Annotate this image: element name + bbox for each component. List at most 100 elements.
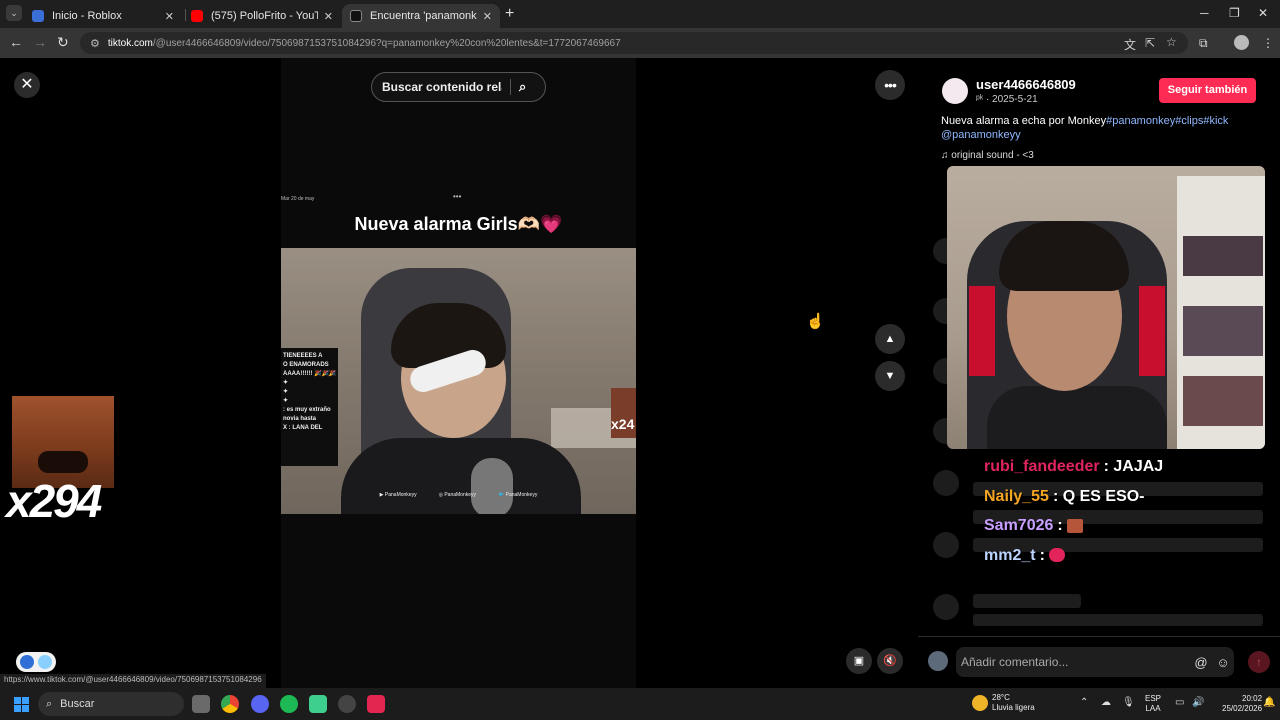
- notification-bell-icon[interactable]: 🔔: [1263, 697, 1275, 708]
- tab-close-icon[interactable]: ✕: [483, 10, 492, 23]
- minimize-icon[interactable]: ─: [1200, 6, 1209, 20]
- picture-in-picture-icon[interactable]: ▣: [846, 648, 872, 674]
- chat-message: Sam7026:: [984, 517, 1264, 547]
- folded-clothes: [1183, 376, 1263, 426]
- clock[interactable]: 20:02 25/02/2026: [1222, 694, 1262, 714]
- file-explorer-icon[interactable]: [192, 695, 210, 713]
- youtube-favicon-icon: [191, 10, 203, 22]
- extensions-icon[interactable]: ⧉: [1199, 36, 1208, 51]
- close-video-button[interactable]: ✕: [14, 72, 40, 98]
- video-description: Nueva alarma a echa por Monkey#panamonke…: [941, 114, 1261, 142]
- reload-icon[interactable]: ↻: [57, 34, 69, 51]
- clock-date: 25/02/2026: [1222, 704, 1263, 713]
- notes-icon[interactable]: [309, 695, 327, 713]
- language-indicator[interactable]: ESP LAA: [1145, 694, 1161, 714]
- video-player[interactable]: Buscar contenido relaci... ⌕ Mar 20 de m…: [281, 58, 636, 688]
- back-arrow-icon[interactable]: ←: [9, 34, 23, 50]
- mention-link[interactable]: @panamonkeyy: [941, 129, 1021, 141]
- chair-red-panel: [1139, 286, 1165, 376]
- network-icon[interactable]: ▭: [1175, 697, 1184, 708]
- onedrive-icon[interactable]: ☁: [1101, 697, 1111, 708]
- sound-link[interactable]: ♫ original sound - <3: [941, 150, 1034, 161]
- site-info-icon[interactable]: ⚙: [90, 37, 100, 50]
- author-avatar[interactable]: [942, 78, 968, 104]
- laughing-emote-sticker: x294: [6, 396, 114, 527]
- emoji-icon[interactable]: ☺: [1212, 655, 1234, 670]
- chair-red-panel: [969, 286, 995, 376]
- video-frame: TIENEEEES A O ENAMORADS AAAA!!!!!! 🎉🎉🎉 ✦…: [281, 248, 636, 514]
- mention-icon[interactable]: @: [1190, 655, 1212, 670]
- weather-widget[interactable]: 28°C Lluvia ligera: [992, 693, 1035, 713]
- mute-icon[interactable]: 🔇: [877, 648, 903, 674]
- taskbar-search[interactable]: ⌕ Buscar: [38, 692, 184, 716]
- cast-icon[interactable]: ⇱: [1145, 36, 1155, 50]
- post-dots: •••: [453, 192, 462, 201]
- comment-placeholder: Añadir comentario...: [961, 655, 1069, 669]
- extension-icon-b: [38, 655, 52, 669]
- tiktok-app-icon[interactable]: [367, 695, 385, 713]
- kebab-menu-icon[interactable]: ⋮: [1262, 36, 1274, 50]
- status-bar-url: https://www.tiktok.com/@user4466646809/v…: [0, 674, 266, 688]
- shirt: [987, 386, 1167, 449]
- address-bar[interactable]: ⚙ tiktok.com /@user4466646809/video/7506…: [80, 32, 1188, 54]
- skeleton-line: [973, 614, 1263, 626]
- chrome-icon[interactable]: [221, 695, 239, 713]
- overlay-sticker-count: x24: [611, 416, 635, 432]
- system-tray: 28°C Lluvia ligera ⌃ ☁ 🎙 ESP LAA ▭ 🔊 20:…: [970, 691, 1280, 717]
- webcam-overlay: [947, 166, 1265, 449]
- search-icon[interactable]: ⌕: [519, 79, 545, 95]
- tab-search-menu-button[interactable]: ⌄: [6, 5, 22, 21]
- chat-user: Naily_55: [984, 487, 1049, 505]
- chat-message: rubi_fandeeder: JAJAJ: [984, 458, 1264, 488]
- profile-avatar[interactable]: [1234, 35, 1249, 50]
- app-icon[interactable]: [338, 695, 356, 713]
- social-handles: ▶ PanaMonkeyy ◎ PanaMonkeyy 🐦 PanaMonkey…: [281, 492, 636, 498]
- forward-arrow-icon[interactable]: →: [33, 34, 47, 50]
- stream-chat-overlay: rubi_fandeeder: JAJAJ Naily_55: Q ES ESO…: [984, 458, 1264, 576]
- weather-icon[interactable]: [972, 695, 988, 711]
- laughing-mouth: [38, 451, 88, 473]
- related-search-box[interactable]: Buscar contenido relaci... ⌕: [371, 72, 546, 102]
- translate-icon[interactable]: 文: [1124, 36, 1136, 53]
- spotify-icon[interactable]: [280, 695, 298, 713]
- chat-overlay-line: O ENAMORADS: [283, 362, 329, 368]
- chevron-down-icon[interactable]: ▼: [875, 361, 905, 391]
- video-caption: Nueva alarma Girls🫶🏻💗: [354, 214, 563, 234]
- restore-icon[interactable]: ❐: [1229, 6, 1240, 20]
- close-window-icon[interactable]: ✕: [1258, 6, 1268, 20]
- volume-icon[interactable]: 🔊: [1192, 697, 1204, 708]
- discord-icon[interactable]: [251, 695, 269, 713]
- chat-emote-icon: [1067, 518, 1084, 533]
- search-divider: [510, 79, 511, 95]
- comment-input[interactable]: Añadir comentario... @ ☺: [956, 647, 1234, 677]
- chat-user: rubi_fandeeder: [984, 458, 1100, 475]
- chevron-up-icon[interactable]: ⌃: [1080, 697, 1088, 708]
- new-tab-button[interactable]: +: [505, 5, 514, 23]
- tab-youtube[interactable]: (575) PolloFrito - YouTube ✕: [183, 4, 341, 28]
- bookmark-star-icon[interactable]: ☆: [1166, 35, 1177, 49]
- chevron-up-icon[interactable]: ▲: [875, 324, 905, 354]
- tab-tiktok[interactable]: Encuentra 'panamonkey con le ✕: [342, 4, 500, 28]
- more-options-icon[interactable]: •••: [875, 70, 905, 100]
- microphone: [471, 458, 513, 514]
- extension-pill[interactable]: [16, 652, 56, 672]
- shirt: [341, 438, 581, 514]
- author-username[interactable]: user4466646809: [976, 77, 1076, 92]
- tab-close-icon[interactable]: ✕: [165, 10, 174, 23]
- follow-button[interactable]: Seguir también: [1159, 78, 1256, 103]
- browser-toolbar: ← → ↻ ⚙ tiktok.com /@user4466646809/vide…: [0, 28, 1280, 58]
- microphone-icon[interactable]: 🎙: [1122, 697, 1135, 708]
- twitter-handle: 🐦 PanaMonkeyy: [498, 492, 538, 498]
- tiktok-favicon-icon: [350, 10, 362, 22]
- chat-overlay-line: AAAA!!!!!! 🎉🎉🎉: [283, 371, 336, 377]
- tab-roblox[interactable]: Inicio - Roblox ✕: [24, 4, 182, 28]
- send-comment-button[interactable]: ↑: [1248, 651, 1270, 673]
- search-icon: ⌕: [46, 697, 53, 710]
- current-user-avatar: [928, 651, 948, 671]
- hashtags-link[interactable]: #panamonkey#clips#kick: [1106, 115, 1228, 127]
- related-search-text: Buscar contenido relaci...: [382, 80, 502, 94]
- description-text: Nueva alarma a echa por Monkey: [941, 115, 1107, 127]
- windows-start-icon[interactable]: [14, 697, 29, 712]
- chat-overlay-line: novia hasta: [283, 416, 317, 422]
- tab-close-icon[interactable]: ✕: [324, 10, 333, 23]
